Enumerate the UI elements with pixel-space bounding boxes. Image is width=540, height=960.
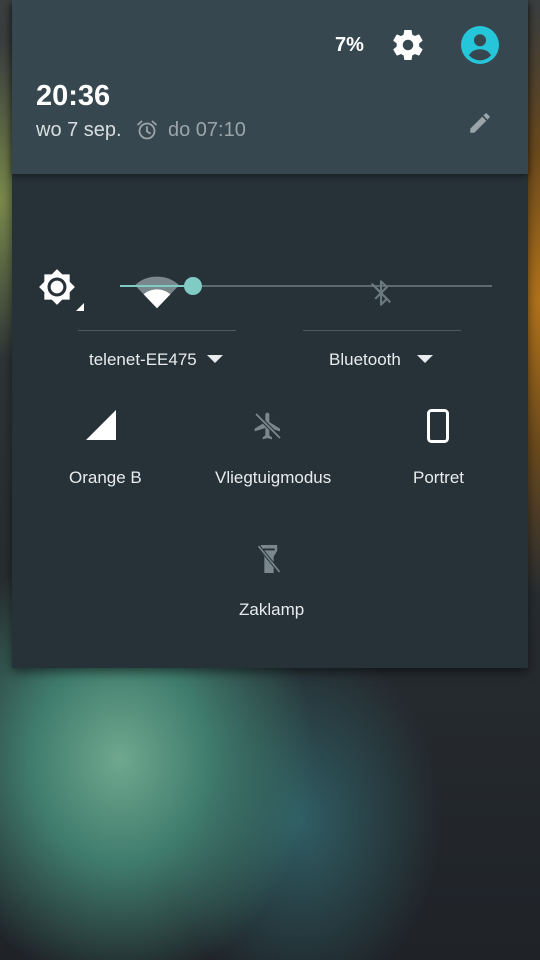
wifi-signal-icon[interactable] (134, 274, 180, 310)
bluetooth-label[interactable]: Bluetooth (329, 350, 401, 370)
airplane-mode-icon[interactable] (252, 409, 284, 443)
date-text[interactable]: wo 7 sep. (36, 119, 122, 142)
wifi-divider (78, 330, 236, 331)
wifi-dropdown-chevron-icon[interactable] (207, 355, 223, 363)
brightness-expand-indicator (76, 303, 84, 311)
bluetooth-divider (303, 330, 461, 331)
wifi-network-label[interactable]: telenet-EE475 (89, 350, 197, 370)
mobile-network-label[interactable]: Orange B (69, 468, 142, 488)
bluetooth-dropdown-chevron-icon[interactable] (417, 355, 433, 363)
alarm-clock-icon (137, 120, 157, 140)
brightness-slider-fill (120, 285, 193, 287)
next-alarm-time[interactable]: do 07:10 (168, 119, 246, 142)
flashlight-icon[interactable] (255, 542, 283, 576)
brightness-slider-thumb[interactable] (184, 277, 202, 295)
brightness-auto-icon[interactable] (38, 268, 76, 306)
battery-percentage: 7% (335, 34, 364, 56)
user-avatar-icon[interactable] (461, 26, 499, 64)
settings-gear-icon[interactable] (390, 27, 426, 63)
clock-time: 20:36 (36, 80, 111, 112)
edit-pencil-icon[interactable] (467, 110, 493, 136)
flashlight-label[interactable]: Zaklamp (239, 600, 304, 620)
rotation-label[interactable]: Portret (413, 468, 464, 488)
cellular-signal-icon[interactable] (86, 410, 116, 440)
portrait-rotation-icon[interactable] (427, 409, 449, 443)
bluetooth-disabled-icon[interactable] (367, 278, 395, 308)
airplane-mode-label[interactable]: Vliegtuigmodus (215, 468, 331, 488)
